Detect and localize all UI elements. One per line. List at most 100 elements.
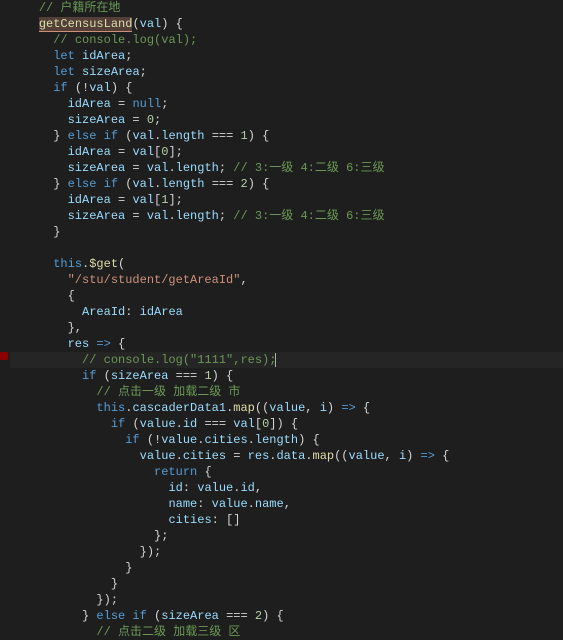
fn: $get xyxy=(89,257,118,271)
key: cities xyxy=(168,513,211,527)
text-cursor xyxy=(275,353,276,367)
num: 0 xyxy=(147,113,154,127)
keyword: let xyxy=(53,49,75,63)
code-line[interactable]: } else if (val.length === 2) { xyxy=(10,176,563,192)
param: res xyxy=(68,337,90,351)
var: sizeArea xyxy=(68,209,126,223)
var: value xyxy=(197,481,233,495)
keyword: if xyxy=(53,81,67,95)
code-line[interactable]: } xyxy=(10,224,563,240)
code-line[interactable]: }); xyxy=(10,592,563,608)
prop: length xyxy=(176,209,219,223)
code-line[interactable]: return { xyxy=(10,464,563,480)
var: idArea xyxy=(68,193,111,207)
prop: length xyxy=(255,433,298,447)
prop: cascaderData1 xyxy=(132,401,226,415)
var: sizeArea xyxy=(161,609,219,623)
prop: length xyxy=(161,177,204,191)
keyword: if xyxy=(125,433,139,447)
code-line[interactable]: idArea = val[1]; xyxy=(10,192,563,208)
var: idArea xyxy=(82,49,125,63)
code-line[interactable]: this.cascaderData1.map((value, i) => { xyxy=(10,400,563,416)
var: value xyxy=(140,417,176,431)
code-line[interactable]: let sizeArea; xyxy=(10,64,563,80)
key: name xyxy=(168,497,197,511)
code-line[interactable]: // console.log(val); xyxy=(10,32,563,48)
code-line[interactable]: id: value.id, xyxy=(10,480,563,496)
keyword: if xyxy=(82,369,96,383)
code-line[interactable]: }; xyxy=(10,528,563,544)
code-line[interactable]: }); xyxy=(10,544,563,560)
num: 1 xyxy=(241,129,248,143)
code-line[interactable]: value.cities = res.data.map((value, i) =… xyxy=(10,448,563,464)
code-line[interactable]: if (!val) { xyxy=(10,80,563,96)
prop: name xyxy=(255,497,284,511)
code-line[interactable]: } else if (sizeArea === 2) { xyxy=(10,608,563,624)
comment-text: // 3:一级 4:二级 6:三级 xyxy=(233,161,384,175)
code-line[interactable]: { xyxy=(10,288,563,304)
var: val xyxy=(132,193,154,207)
code-line[interactable]: idArea = val[0]; xyxy=(10,144,563,160)
var: sizeArea xyxy=(68,113,126,127)
prop: length xyxy=(176,161,219,175)
prop: cities xyxy=(204,433,247,447)
code-line[interactable]: sizeArea = val.length; // 3:一级 4:二级 6:三级 xyxy=(10,160,563,176)
var: val xyxy=(132,145,154,159)
param: val xyxy=(140,17,162,31)
num: 2 xyxy=(241,177,248,191)
code-line[interactable]: res => { xyxy=(10,336,563,352)
var: value xyxy=(140,449,176,463)
comment-text: // 3:一级 4:二级 6:三级 xyxy=(233,209,384,223)
code-line[interactable]: name: value.name, xyxy=(10,496,563,512)
var: val xyxy=(132,177,154,191)
var: idArea xyxy=(140,305,183,319)
keyword: else if xyxy=(96,609,146,623)
var: val xyxy=(147,161,169,175)
num: 1 xyxy=(204,369,211,383)
keyword: let xyxy=(53,65,75,79)
code-line[interactable]: AreaId: idArea xyxy=(10,304,563,320)
null: null xyxy=(132,97,161,111)
keyword: return xyxy=(154,465,197,479)
num: 2 xyxy=(255,609,262,623)
this: this xyxy=(96,401,125,415)
fn: map xyxy=(313,449,335,463)
prop: id xyxy=(183,417,197,431)
code-line[interactable]: cities: [] xyxy=(10,512,563,528)
param: value xyxy=(269,401,305,415)
var: val xyxy=(233,417,255,431)
code-line[interactable]: } xyxy=(10,560,563,576)
keyword: if xyxy=(111,417,125,431)
var: sizeArea xyxy=(111,369,169,383)
this: this xyxy=(53,257,82,271)
code-line[interactable]: getCensusLand(val) { xyxy=(10,16,563,32)
code-line[interactable]: // console.log("1111",res); xyxy=(10,352,563,368)
keyword: else if xyxy=(68,177,118,191)
code-line[interactable]: sizeArea = 0; xyxy=(10,112,563,128)
code-line[interactable]: if (sizeArea === 1) { xyxy=(10,368,563,384)
code-line[interactable]: // 户籍所在地 xyxy=(10,0,563,16)
prop: length xyxy=(161,129,204,143)
var: val xyxy=(147,209,169,223)
var: sizeArea xyxy=(68,161,126,175)
function-name: getCensusLand xyxy=(39,17,133,32)
code-line[interactable]: sizeArea = val.length; // 3:一级 4:二级 6:三级 xyxy=(10,208,563,224)
code-line[interactable] xyxy=(10,240,563,256)
code-line[interactable]: if (value.id === val[0]) { xyxy=(10,416,563,432)
code-line[interactable]: // 点击一级 加载二级 市 xyxy=(10,384,563,400)
comment-text: // 点击二级 加载三级 区 xyxy=(96,625,240,639)
code-line[interactable]: idArea = null; xyxy=(10,96,563,112)
code-line[interactable]: } else if (val.length === 1) { xyxy=(10,128,563,144)
code-line[interactable]: "/stu/student/getAreaId", xyxy=(10,272,563,288)
var: value xyxy=(212,497,248,511)
comment-text: // console.log(val); xyxy=(53,33,197,47)
code-line[interactable]: this.$get( xyxy=(10,256,563,272)
prop: cities xyxy=(183,449,226,463)
var: val xyxy=(132,129,154,143)
code-editor[interactable]: // 户籍所在地 getCensusLand(val) { // console… xyxy=(0,0,563,640)
code-line[interactable]: } xyxy=(10,576,563,592)
code-line[interactable]: // 点击二级 加载三级 区 xyxy=(10,624,563,640)
code-line[interactable]: let idArea; xyxy=(10,48,563,64)
code-line[interactable]: }, xyxy=(10,320,563,336)
code-line[interactable]: if (!value.cities.length) { xyxy=(10,432,563,448)
